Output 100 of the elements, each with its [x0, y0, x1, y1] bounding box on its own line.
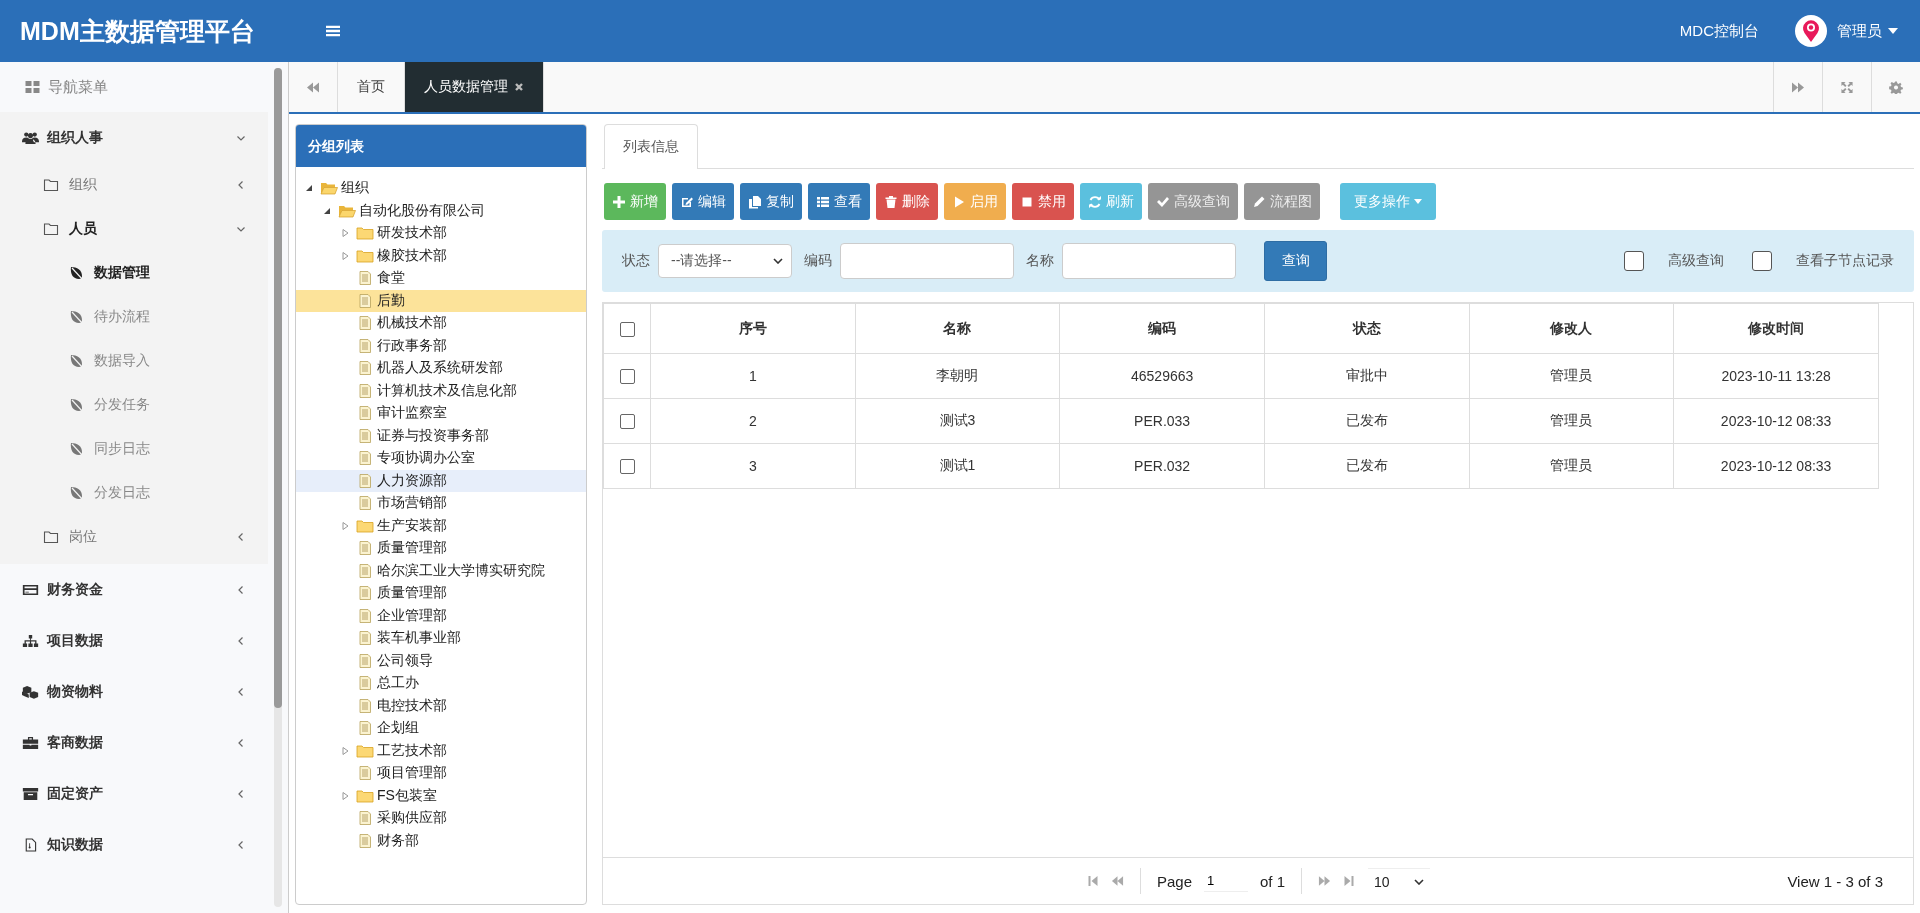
collapsed-triangle-icon[interactable] [340, 228, 350, 239]
menu-subgroup[interactable]: 组织 [0, 163, 268, 207]
input-field[interactable] [840, 243, 1014, 279]
select-all-checkbox[interactable] [619, 321, 635, 337]
toolbar-button[interactable]: 查看 [808, 183, 870, 220]
document-icon [356, 293, 374, 308]
last-page-icon[interactable] [1343, 875, 1357, 887]
toolbar-button[interactable]: 编辑 [672, 183, 734, 220]
collapsed-triangle-icon[interactable] [340, 520, 350, 531]
checkbox[interactable] [1624, 251, 1644, 271]
tree-node[interactable]: 审计监察室 [296, 402, 586, 425]
next-page-icon[interactable] [1318, 875, 1332, 887]
column-header[interactable]: 编码 [1059, 303, 1265, 354]
tree-node-label: 机械技术部 [377, 314, 447, 333]
tree-node[interactable]: 证券与投资事务部 [296, 424, 586, 447]
input-field[interactable] [1062, 243, 1236, 279]
close-icon[interactable] [514, 82, 524, 92]
tree-node[interactable]: 市场营销部 [296, 492, 586, 515]
tree-node-label: 后勤 [377, 291, 405, 310]
tab[interactable]: 列表信息 [604, 124, 698, 169]
row-checkbox[interactable] [619, 369, 635, 385]
column-header[interactable]: 修改时间 [1673, 303, 1879, 354]
map-pin-avatar-icon[interactable] [1795, 15, 1827, 47]
tree-node[interactable]: 质量管理部 [296, 582, 586, 605]
tree-node[interactable]: 企划组 [296, 717, 586, 740]
table-cell: 已发布 [1264, 443, 1470, 489]
page-size-dropdown[interactable]: 10 [1368, 868, 1431, 894]
tree-node-label: 工艺技术部 [377, 741, 447, 760]
menu-group[interactable]: 知识数据 [0, 819, 268, 870]
column-header[interactable]: 名称 [855, 303, 1060, 354]
tree-node[interactable]: 财务部 [296, 829, 586, 852]
caret-icon[interactable] [1888, 28, 1898, 34]
menu-group[interactable]: 客商数据 [0, 717, 268, 768]
tree-node[interactable]: 项目管理部 [296, 762, 586, 785]
tree-node[interactable]: 人力资源部 [296, 469, 586, 492]
column-header[interactable]: 修改人 [1469, 303, 1674, 354]
menu-group[interactable]: 财务资金 [0, 564, 268, 615]
caret-icon [1414, 199, 1422, 204]
tree-node[interactable]: 哈尔滨工业大学博实研究院 [296, 559, 586, 582]
scrollbar[interactable] [274, 68, 282, 907]
collapsed-triangle-icon[interactable] [340, 790, 350, 801]
expanded-triangle-icon[interactable] [304, 183, 314, 194]
toolbar-button[interactable]: 复制 [740, 183, 802, 220]
search-button[interactable]: 查询 [1264, 241, 1327, 281]
row-checkbox[interactable] [619, 459, 635, 475]
column-header[interactable]: 状态 [1264, 303, 1470, 354]
tree-node[interactable]: 电控技术部 [296, 694, 586, 717]
previous-page-icon[interactable] [1110, 875, 1124, 887]
tree-node-label: 总工办 [377, 674, 419, 693]
tree-node[interactable]: 组织 [296, 177, 586, 200]
tree-node[interactable]: 橡胶技术部 [296, 244, 586, 267]
chevron-down-icon [773, 258, 783, 264]
collapsed-triangle-icon[interactable] [340, 250, 350, 261]
console-link[interactable]: MDC控制台 [1679, 21, 1759, 41]
tree-node[interactable]: 总工办 [296, 672, 586, 695]
menu-subgroup[interactable]: 岗位 [0, 515, 268, 559]
tree-node[interactable]: 机械技术部 [296, 312, 586, 335]
tree-node[interactable]: 装车机事业部 [296, 627, 586, 650]
menu-group[interactable]: 组织人事 [0, 112, 268, 163]
status-dropdown[interactable]: --请选择-- [658, 244, 792, 278]
tree-node[interactable]: 后勤 [296, 289, 586, 312]
archive-icon [22, 786, 39, 801]
users-icon [22, 130, 39, 145]
list-icon [816, 194, 830, 209]
tree-node[interactable]: 采购供应部 [296, 807, 586, 830]
tree-node[interactable]: 质量管理部 [296, 537, 586, 560]
tree-node-label: 计算机技术及信息化部 [377, 381, 517, 400]
tree-node-label: 组织 [341, 179, 369, 198]
menu-group[interactable]: 物资物料 [0, 666, 268, 717]
menu-icon[interactable] [326, 25, 340, 37]
tree-node[interactable]: 生产安装部 [296, 514, 586, 537]
menu-item[interactable]: 数据管理 [0, 251, 268, 295]
tree-node[interactable]: 计算机技术及信息化部 [296, 379, 586, 402]
collapsed-triangle-icon[interactable] [340, 745, 350, 756]
tree-node[interactable]: FS包装室 [296, 784, 586, 807]
menu-group[interactable]: 项目数据 [0, 615, 268, 666]
tab[interactable]: 人员数据管理 [405, 62, 544, 112]
tree-node[interactable]: 专项协调办公室 [296, 447, 586, 470]
tree-node[interactable]: 研发技术部 [296, 222, 586, 245]
tree-node[interactable]: 自动化股份有限公司 [296, 199, 586, 222]
tree-node[interactable]: 工艺技术部 [296, 739, 586, 762]
tree-node[interactable]: 公司领导 [296, 649, 586, 672]
folder-icon [356, 518, 374, 533]
tree-node-label: 自动化股份有限公司 [359, 201, 485, 220]
sitemap-icon [22, 633, 39, 648]
tree-node[interactable]: 行政事务部 [296, 334, 586, 357]
tree-node[interactable]: 食堂 [296, 267, 586, 290]
row-checkbox[interactable] [619, 414, 635, 430]
column-header[interactable]: 序号 [650, 303, 856, 354]
table-cell: PER.033 [1059, 398, 1265, 444]
menu-subgroup[interactable]: 人员 [0, 207, 268, 251]
toolbar-button[interactable]: 删除 [876, 183, 938, 220]
user-menu[interactable]: 管理员 [1837, 21, 1882, 41]
tree-node[interactable]: 企业管理部 [296, 604, 586, 627]
tree-node[interactable]: 机器人及系统研发部 [296, 357, 586, 380]
document-icon [356, 541, 374, 556]
menu-group[interactable]: 固定资产 [0, 768, 268, 819]
table-cell: 测试3 [855, 398, 1060, 444]
toolbar-button[interactable]: 禁用 [1012, 183, 1074, 220]
checkbox[interactable] [1752, 251, 1772, 271]
